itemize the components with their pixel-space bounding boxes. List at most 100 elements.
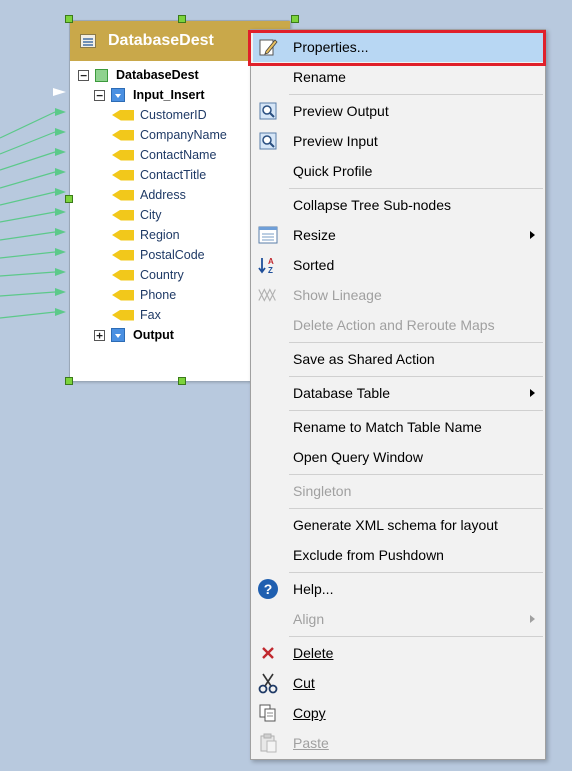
- menu-item-delete-action[interactable]: Delete Action and Reroute Maps: [253, 310, 543, 340]
- menu-item-open-query[interactable]: Open Query Window: [253, 442, 543, 472]
- menu-item-save-shared[interactable]: Save as Shared Action: [253, 344, 543, 374]
- resize-handle[interactable]: [65, 15, 73, 23]
- svg-text:?: ?: [264, 581, 273, 597]
- table-icon: [80, 34, 96, 48]
- menu-item-label: Rename to Match Table Name: [293, 419, 482, 435]
- highlight-callout: [248, 30, 546, 66]
- submenu-arrow-icon: [530, 615, 535, 623]
- field-row[interactable]: ContactName: [112, 145, 216, 165]
- tree-output-node[interactable]: + Output: [94, 325, 174, 345]
- menu-item-label: Cut: [293, 675, 315, 691]
- tree-root[interactable]: − DatabaseDest: [78, 65, 199, 85]
- delete-x-icon: [257, 642, 279, 664]
- menu-item-preview-output[interactable]: Preview Output: [253, 96, 543, 126]
- menu-item-copy[interactable]: Copy: [253, 698, 543, 728]
- field-row[interactable]: CompanyName: [112, 125, 227, 145]
- field-label: Phone: [140, 288, 177, 302]
- field-label: CompanyName: [140, 128, 227, 142]
- menu-item-label: Exclude from Pushdown: [293, 547, 444, 563]
- resize-handle[interactable]: [291, 15, 299, 23]
- resize-list-icon: [257, 224, 279, 246]
- menu-item-label: Singleton: [293, 483, 352, 499]
- menu-separator: [289, 376, 543, 377]
- field-label: ContactName: [140, 148, 217, 162]
- context-menu: Properties... Rename Preview Output Prev…: [250, 29, 546, 760]
- menu-item-label: Collapse Tree Sub-nodes: [293, 197, 451, 213]
- resize-handle[interactable]: [65, 195, 73, 203]
- field-icon: [112, 269, 134, 281]
- lineage-icon: [257, 284, 279, 306]
- preview-magnifier-icon: [257, 130, 279, 152]
- menu-item-paste[interactable]: Paste: [253, 728, 543, 758]
- scissors-icon: [257, 672, 279, 694]
- submenu-arrow-icon: [530, 389, 535, 397]
- menu-separator: [289, 94, 543, 95]
- field-row[interactable]: Region: [112, 225, 180, 245]
- menu-item-label: Align: [293, 611, 325, 627]
- field-row[interactable]: CustomerID: [112, 105, 207, 125]
- field-label: Fax: [140, 308, 161, 322]
- menu-item-preview-input[interactable]: Preview Input: [253, 126, 543, 156]
- menu-item-label: Delete: [293, 645, 334, 661]
- menu-item-label: Preview Input: [293, 133, 378, 149]
- field-label: Region: [140, 228, 180, 242]
- menu-item-rename-match[interactable]: Rename to Match Table Name: [253, 412, 543, 442]
- menu-item-rename[interactable]: Rename: [253, 62, 543, 92]
- field-icon: [112, 149, 134, 161]
- field-label: ContactTitle: [140, 168, 207, 182]
- menu-item-exclude-pushdown[interactable]: Exclude from Pushdown: [253, 540, 543, 570]
- expand-icon[interactable]: +: [94, 329, 105, 341]
- menu-item-sorted[interactable]: AZ Sorted: [253, 250, 543, 280]
- field-row[interactable]: Phone: [112, 285, 176, 305]
- menu-item-singleton[interactable]: Singleton: [253, 476, 543, 506]
- tree-input-node[interactable]: − Input_Insert: [94, 85, 205, 105]
- menu-item-cut[interactable]: Cut: [253, 668, 543, 698]
- field-row[interactable]: City: [112, 205, 162, 225]
- submenu-arrow-icon: [530, 231, 535, 239]
- menu-item-resize[interactable]: Resize: [253, 220, 543, 250]
- menu-separator: [289, 508, 543, 509]
- menu-separator: [289, 474, 543, 475]
- collapse-icon[interactable]: −: [94, 89, 105, 101]
- svg-text:Z: Z: [268, 266, 273, 275]
- tree-output-label: Output: [133, 328, 174, 342]
- menu-item-collapse-tree[interactable]: Collapse Tree Sub-nodes: [253, 190, 543, 220]
- output-node-icon: [111, 328, 125, 342]
- connector-lines: [0, 88, 66, 319]
- menu-item-generate-xml[interactable]: Generate XML schema for layout: [253, 510, 543, 540]
- menu-item-label: Quick Profile: [293, 163, 373, 179]
- menu-separator: [289, 410, 543, 411]
- field-row[interactable]: Address: [112, 185, 186, 205]
- menu-item-help[interactable]: ? Help...: [253, 574, 543, 604]
- copy-icon: [257, 702, 279, 724]
- sort-az-icon: AZ: [257, 254, 279, 276]
- tree-input-label: Input_Insert: [133, 88, 205, 102]
- collapse-icon[interactable]: −: [78, 69, 89, 81]
- field-row[interactable]: Country: [112, 265, 184, 285]
- menu-item-align[interactable]: Align: [253, 604, 543, 634]
- menu-item-show-lineage[interactable]: Show Lineage: [253, 280, 543, 310]
- field-row[interactable]: ContactTitle: [112, 165, 206, 185]
- menu-item-label: Preview Output: [293, 103, 389, 119]
- menu-separator: [289, 572, 543, 573]
- field-row[interactable]: PostalCode: [112, 245, 205, 265]
- menu-item-label: Generate XML schema for layout: [293, 517, 498, 533]
- svg-text:A: A: [268, 257, 274, 266]
- menu-item-database-table[interactable]: Database Table: [253, 378, 543, 408]
- field-icon: [112, 109, 134, 121]
- menu-item-label: Delete Action and Reroute Maps: [293, 317, 495, 333]
- resize-handle[interactable]: [178, 15, 186, 23]
- menu-item-label: Save as Shared Action: [293, 351, 435, 367]
- field-icon: [112, 309, 134, 321]
- menu-item-quick-profile[interactable]: Quick Profile: [253, 156, 543, 186]
- field-icon: [112, 209, 134, 221]
- menu-item-delete[interactable]: Delete: [253, 638, 543, 668]
- resize-handle[interactable]: [178, 377, 186, 385]
- menu-separator: [289, 188, 543, 189]
- field-label: Country: [140, 268, 184, 282]
- preview-magnifier-icon: [257, 100, 279, 122]
- field-icon: [112, 229, 134, 241]
- field-row[interactable]: Fax: [112, 305, 161, 325]
- resize-handle[interactable]: [65, 377, 73, 385]
- field-label: City: [140, 208, 162, 222]
